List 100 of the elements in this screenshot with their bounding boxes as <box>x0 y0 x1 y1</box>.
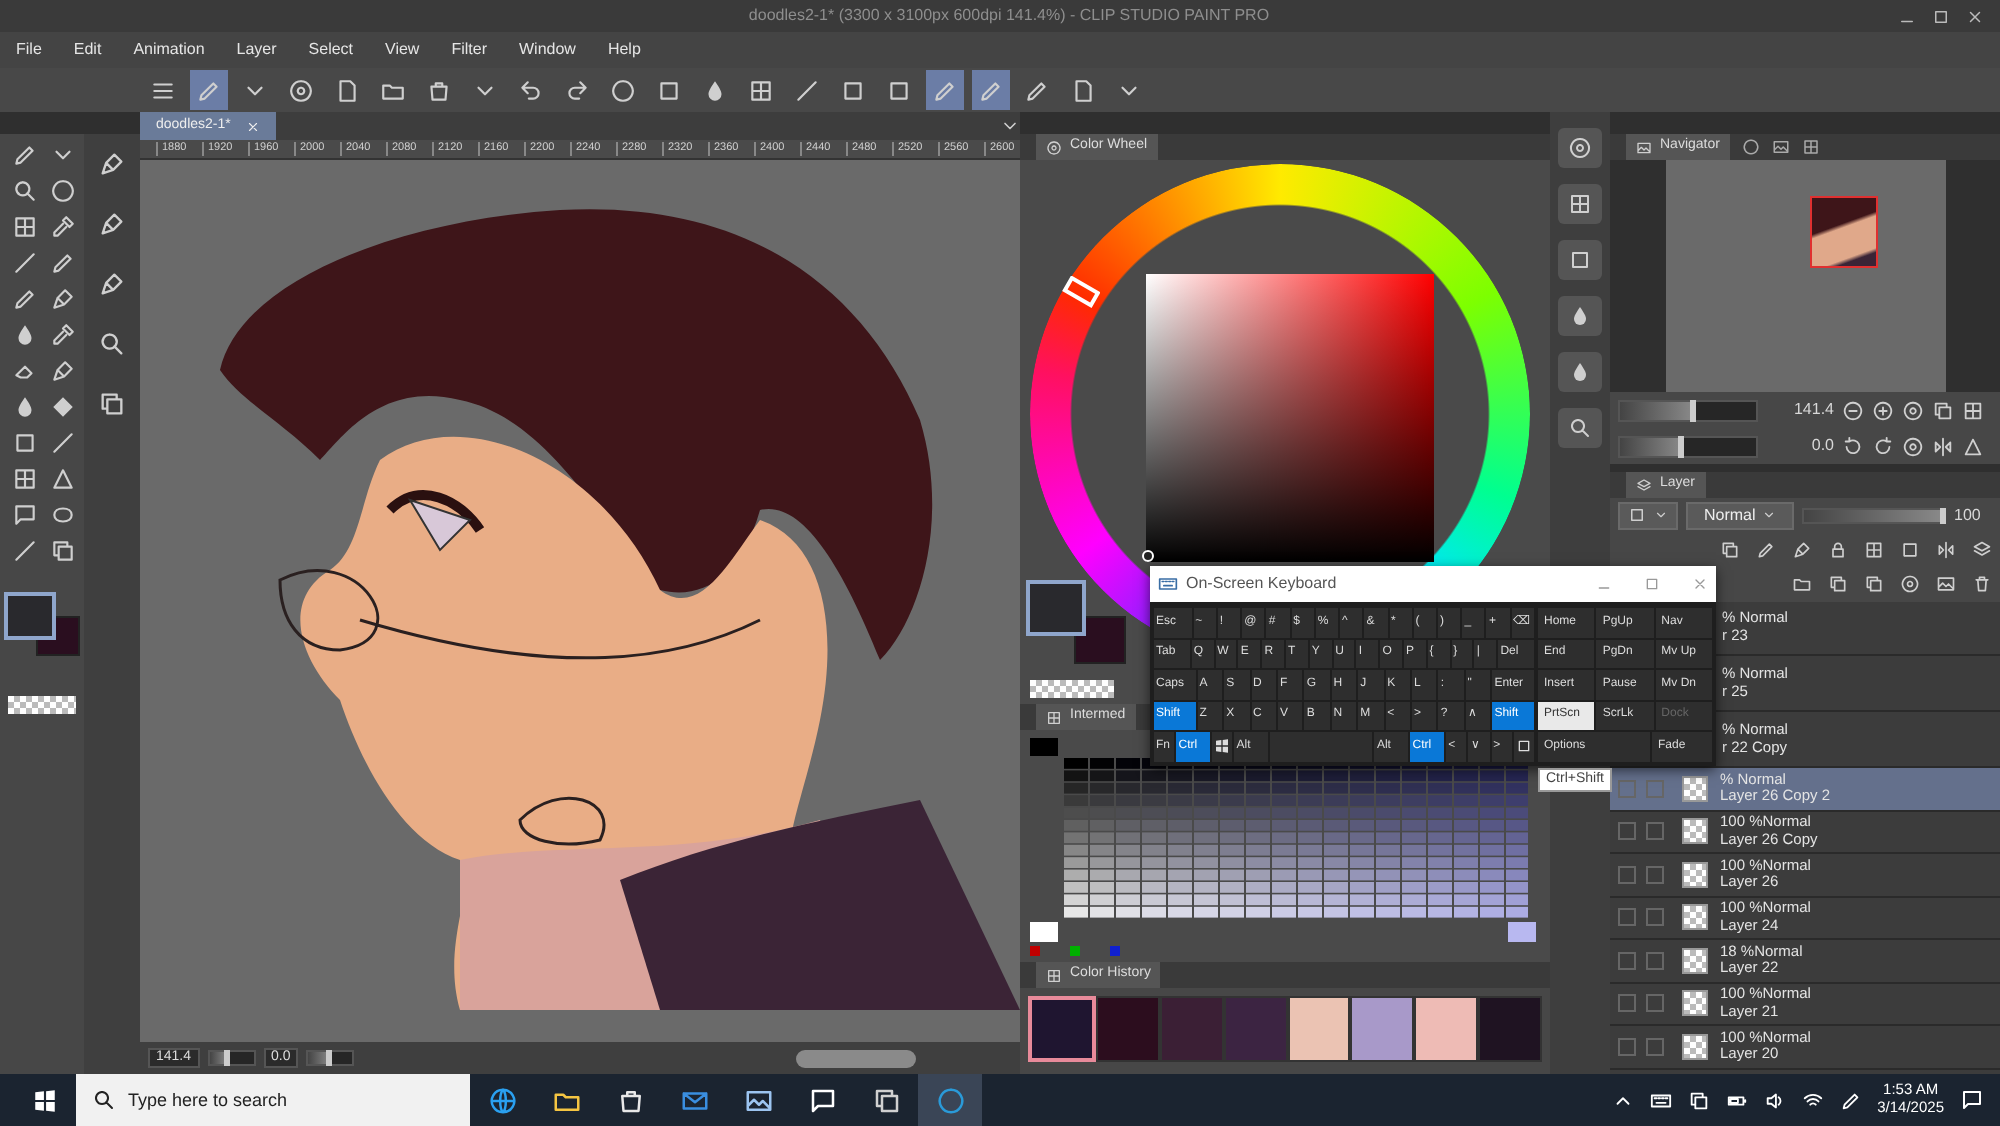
notification-icon[interactable] <box>1960 1088 1984 1112</box>
hue-marker[interactable] <box>1060 276 1100 308</box>
image-icon[interactable] <box>1936 574 1956 594</box>
close-icon[interactable] <box>1692 576 1708 592</box>
speaker-icon[interactable] <box>1763 1089 1786 1111</box>
magnifier-icon[interactable] <box>12 178 38 204</box>
checkbox[interactable] <box>1646 908 1664 927</box>
brush-icon[interactable] <box>98 150 126 178</box>
copy-icon[interactable] <box>50 538 76 564</box>
scrollbar-thumb[interactable] <box>796 1049 916 1067</box>
brush-icon[interactable] <box>50 286 76 312</box>
maximize-icon[interactable] <box>1932 7 1950 25</box>
maximize-icon[interactable] <box>1644 576 1660 592</box>
diamond-icon[interactable] <box>50 394 76 420</box>
flip-icon[interactable] <box>1932 435 1954 457</box>
lock-icon[interactable] <box>1828 539 1848 559</box>
pencil-icon[interactable] <box>12 142 38 168</box>
color-swatch[interactable] <box>1287 996 1351 1062</box>
slider-thumb[interactable] <box>1690 399 1697 421</box>
pencil-icon[interactable] <box>12 286 38 312</box>
menu-item[interactable]: Animation <box>117 40 221 60</box>
rotate-right-icon[interactable] <box>1872 435 1894 457</box>
color-swatch[interactable] <box>1223 996 1287 1062</box>
menu-item[interactable]: Filter <box>435 40 503 60</box>
keyboard-icon[interactable] <box>1649 1089 1672 1111</box>
menu-item[interactable]: Layer <box>220 40 293 60</box>
search-field[interactable]: Type here to search <box>76 1074 470 1126</box>
menu-item[interactable]: View <box>369 40 436 60</box>
speech-bubble-icon[interactable] <box>12 502 38 528</box>
folder-icon[interactable] <box>1792 574 1812 594</box>
color-swatch[interactable] <box>1159 996 1224 1062</box>
copy-icon[interactable] <box>1720 539 1740 559</box>
pencil-button[interactable] <box>972 70 1010 110</box>
line-icon[interactable] <box>12 250 38 276</box>
pencil-icon[interactable] <box>1839 1089 1862 1111</box>
slider-thumb[interactable] <box>224 1050 231 1066</box>
checkbox[interactable] <box>1618 865 1636 884</box>
menu-item[interactable]: Window <box>503 40 592 60</box>
copy-icon[interactable] <box>98 390 126 418</box>
zoom-in-icon[interactable] <box>1872 399 1894 421</box>
angle-slider[interactable] <box>306 1050 355 1066</box>
square-icon[interactable] <box>1900 539 1920 559</box>
color-swatch[interactable] <box>1350 996 1415 1062</box>
square-icon[interactable] <box>12 430 38 456</box>
grid-icon[interactable] <box>12 466 38 492</box>
image-icon[interactable] <box>1771 138 1790 156</box>
checkbox[interactable] <box>1646 822 1664 841</box>
magnifier-icon[interactable] <box>98 330 126 358</box>
dot-circle-button[interactable] <box>1558 128 1602 168</box>
triangle-icon[interactable] <box>50 466 76 492</box>
color-swatch[interactable] <box>1095 996 1160 1062</box>
windows-key[interactable] <box>1212 732 1233 761</box>
trash-icon[interactable] <box>1972 574 1992 594</box>
pencil-icon[interactable] <box>50 250 76 276</box>
pencil-button[interactable] <box>926 70 964 110</box>
menu-item[interactable]: Help <box>591 40 657 60</box>
checkbox[interactable] <box>1646 951 1664 970</box>
eyedropper-icon[interactable] <box>50 214 76 240</box>
flip-icon[interactable] <box>1936 539 1956 559</box>
saturation-square[interactable] <box>1146 274 1434 562</box>
drop-button[interactable] <box>1558 296 1602 336</box>
copy-icon[interactable] <box>1828 574 1848 594</box>
menu-key[interactable] <box>1513 732 1535 761</box>
drop-button[interactable] <box>1558 352 1602 392</box>
slider-thumb[interactable] <box>326 1050 333 1066</box>
checkbox[interactable] <box>1618 994 1636 1013</box>
brush-icon[interactable] <box>98 210 126 238</box>
checkbox[interactable] <box>1618 951 1636 970</box>
menu-item[interactable]: Edit <box>57 40 118 60</box>
color-swatch[interactable] <box>1508 922 1536 942</box>
checkbox[interactable] <box>1618 822 1636 841</box>
layers-icon[interactable] <box>1972 539 1992 559</box>
square-button[interactable] <box>1558 240 1602 280</box>
zoom-slider[interactable] <box>207 1050 256 1066</box>
color-swatch[interactable] <box>1478 996 1542 1062</box>
slider-thumb[interactable] <box>1677 435 1684 457</box>
menu-item[interactable]: Select <box>292 40 370 60</box>
opacity-slider[interactable] <box>1802 507 1946 523</box>
color-swatch[interactable] <box>1030 922 1058 942</box>
slider[interactable] <box>1618 435 1758 457</box>
line-icon[interactable] <box>50 430 76 456</box>
slider-thumb[interactable] <box>1940 507 1946 523</box>
magnifier-button[interactable] <box>1558 408 1602 448</box>
menu-item[interactable]: File <box>0 40 58 60</box>
checkbox[interactable] <box>1646 994 1664 1013</box>
line-icon[interactable] <box>12 538 38 564</box>
grid-button[interactable] <box>1558 184 1602 224</box>
view-frame[interactable] <box>1809 196 1877 268</box>
copy-icon[interactable] <box>1864 574 1884 594</box>
color-swatch[interactable] <box>1030 738 1058 756</box>
blend-mode-dropdown[interactable]: Normal <box>1686 501 1794 529</box>
checkbox[interactable] <box>1618 779 1636 798</box>
grid-icon[interactable] <box>1962 399 1984 421</box>
pencil-button[interactable] <box>190 70 228 110</box>
checkbox[interactable] <box>1618 908 1636 927</box>
slider[interactable] <box>1618 399 1758 421</box>
grid-icon[interactable] <box>1864 539 1884 559</box>
wifi-icon[interactable] <box>1801 1089 1824 1111</box>
eyedropper-icon[interactable] <box>50 322 76 348</box>
checkbox[interactable] <box>1646 865 1664 884</box>
